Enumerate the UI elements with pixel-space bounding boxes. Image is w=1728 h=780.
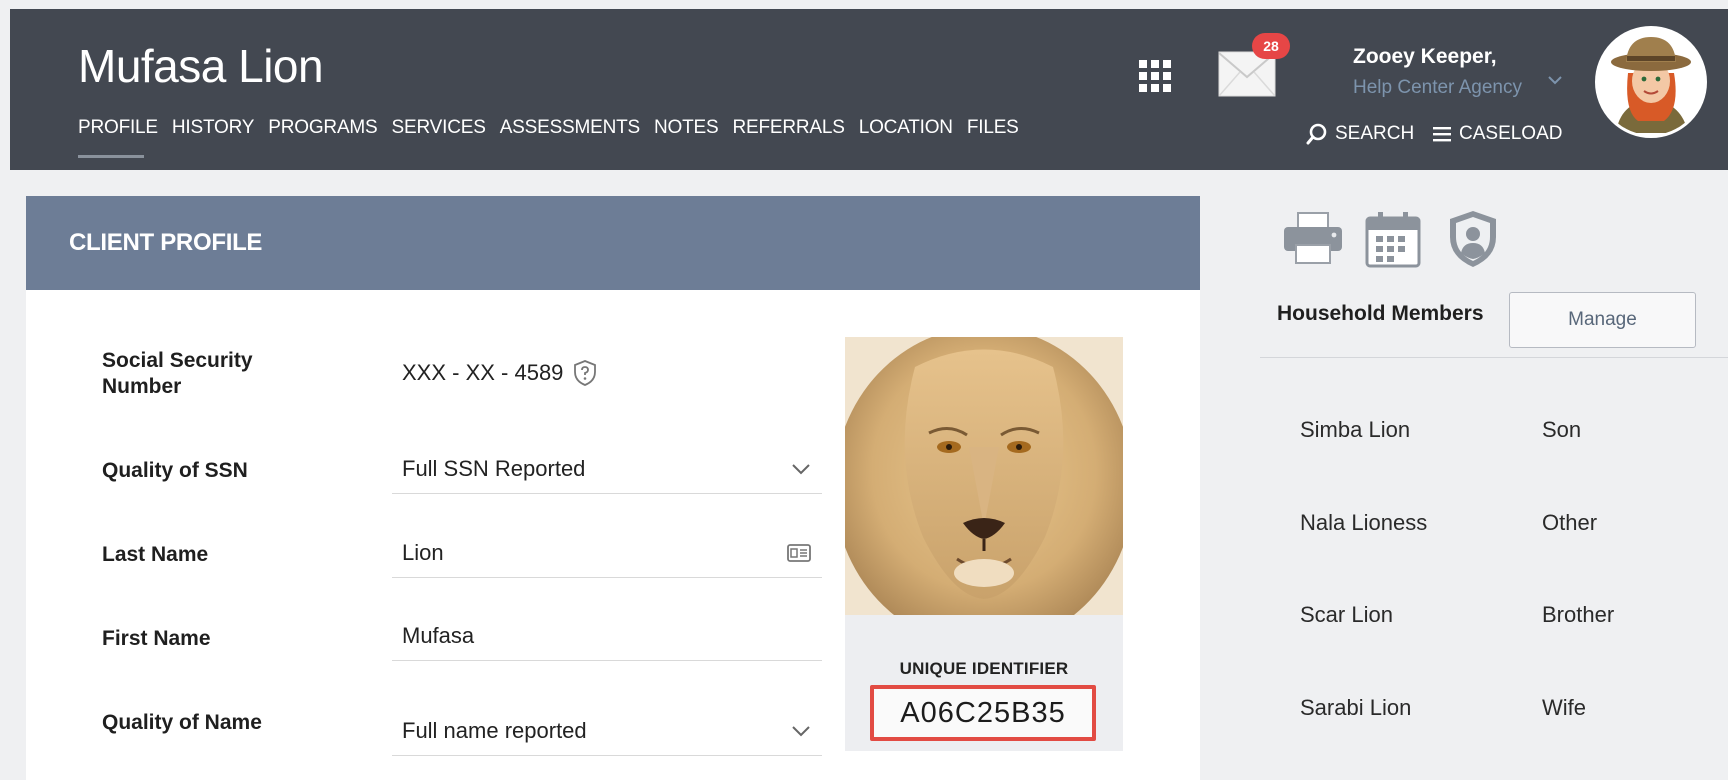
quality-of-name-select[interactable]: Full name reported <box>392 706 822 756</box>
user-agency: Help Center Agency <box>1353 77 1522 98</box>
user-avatar[interactable] <box>1595 26 1707 138</box>
search-button[interactable]: SEARCH <box>1306 123 1414 145</box>
client-photo[interactable] <box>845 337 1123 615</box>
household-member-name: Scar Lion <box>1300 602 1393 627</box>
tab-location[interactable]: LOCATION <box>859 118 953 158</box>
quality-of-name-label: Quality of Name <box>102 711 262 734</box>
manage-household-button[interactable]: Manage <box>1509 292 1696 348</box>
household-member-row[interactable]: Nala Lioness Other <box>1300 510 1720 536</box>
id-card-icon[interactable] <box>786 542 812 564</box>
quality-of-ssn-select[interactable]: Full SSN Reported <box>392 444 822 494</box>
first-name-value: Mufasa <box>402 622 475 648</box>
printer-icon <box>1284 212 1342 264</box>
profile-tools <box>1282 208 1504 270</box>
quality-of-ssn-value: Full SSN Reported <box>402 455 586 481</box>
last-name-label: Last Name <box>102 543 209 566</box>
first-name-input[interactable]: Mufasa <box>392 611 822 661</box>
search-label: SEARCH <box>1335 123 1415 144</box>
household-member-name: Nala Lioness <box>1300 510 1428 535</box>
ssn-text: XXX - XX - 4589 <box>402 360 564 385</box>
household-member-row[interactable]: Sarabi Lion Wife <box>1300 695 1720 721</box>
quality-of-ssn-label: Quality of SSN <box>102 459 248 482</box>
mail-button[interactable]: 28 <box>1218 33 1292 103</box>
calendar-button[interactable] <box>1362 208 1424 270</box>
caseload-label: CASELOAD <box>1459 123 1563 144</box>
privacy-button[interactable] <box>1442 208 1504 270</box>
caseload-button[interactable]: CASELOAD <box>1432 123 1562 145</box>
tab-assessments[interactable]: ASSESSMENTS <box>500 118 641 158</box>
chevron-down-icon[interactable] <box>1546 73 1564 87</box>
tab-history[interactable]: HISTORY <box>172 118 255 158</box>
household-member-name: Simba Lion <box>1300 417 1411 442</box>
ssn-value: XXX - XX - 4589 <box>392 348 822 398</box>
top-bar: Mufasa Lion PROFILE HISTORY PROGRAMS SER… <box>10 9 1728 170</box>
chevron-down-icon[interactable] <box>790 462 812 476</box>
tab-programs[interactable]: PROGRAMS <box>268 118 377 158</box>
calendar-icon <box>1365 212 1421 268</box>
household-member-relation: Son <box>1542 417 1582 442</box>
household-member-relation: Other <box>1542 510 1598 535</box>
quality-of-name-value: Full name reported <box>402 717 587 743</box>
tab-notes[interactable]: NOTES <box>654 118 719 158</box>
household-member-row[interactable]: Scar Lion Brother <box>1300 602 1720 628</box>
household-members-title: Household Members <box>1277 302 1484 325</box>
user-name: Zooey Keeper, <box>1353 45 1497 68</box>
household-member-relation: Wife <box>1542 695 1586 720</box>
tab-referrals[interactable]: REFERRALS <box>732 118 844 158</box>
menu-icon <box>1433 127 1451 142</box>
user-shield-icon <box>1450 211 1496 267</box>
client-nav-tabs: PROFILE HISTORY PROGRAMS SERVICES ASSESS… <box>78 118 1019 158</box>
last-name-input[interactable]: Lion <box>392 528 822 578</box>
last-name-value: Lion <box>402 539 444 565</box>
household-divider <box>1260 357 1728 358</box>
help-shield-icon[interactable] <box>573 360 597 386</box>
tab-files[interactable]: FILES <box>967 118 1019 158</box>
client-profile-card: CLIENT PROFILE Social Security Number XX… <box>26 196 1200 780</box>
household-member-row[interactable]: Simba Lion Son <box>1300 417 1720 443</box>
search-icon <box>1306 123 1327 145</box>
client-name-title: Mufasa Lion <box>78 40 324 92</box>
avatar-illustration <box>1598 29 1704 135</box>
household-member-name: Sarabi Lion <box>1300 695 1412 720</box>
apps-grid-icon[interactable] <box>1135 56 1175 96</box>
client-profile-header: CLIENT PROFILE <box>26 196 1200 290</box>
household-member-relation: Brother <box>1542 602 1615 627</box>
ssn-label: Social Security Number <box>102 349 253 398</box>
first-name-label: First Name <box>102 627 211 650</box>
unread-count-badge: 28 <box>1252 33 1290 59</box>
unique-identifier-value: A06C25B35 <box>870 685 1096 741</box>
chevron-down-icon[interactable] <box>790 724 812 738</box>
unique-identifier-label: UNIQUE IDENTIFIER <box>899 659 1069 678</box>
print-button[interactable] <box>1282 208 1344 270</box>
tab-profile[interactable]: PROFILE <box>78 118 158 158</box>
client-photo-panel: UNIQUE IDENTIFIER A06C25B35 <box>845 337 1123 751</box>
tab-services[interactable]: SERVICES <box>392 118 486 158</box>
